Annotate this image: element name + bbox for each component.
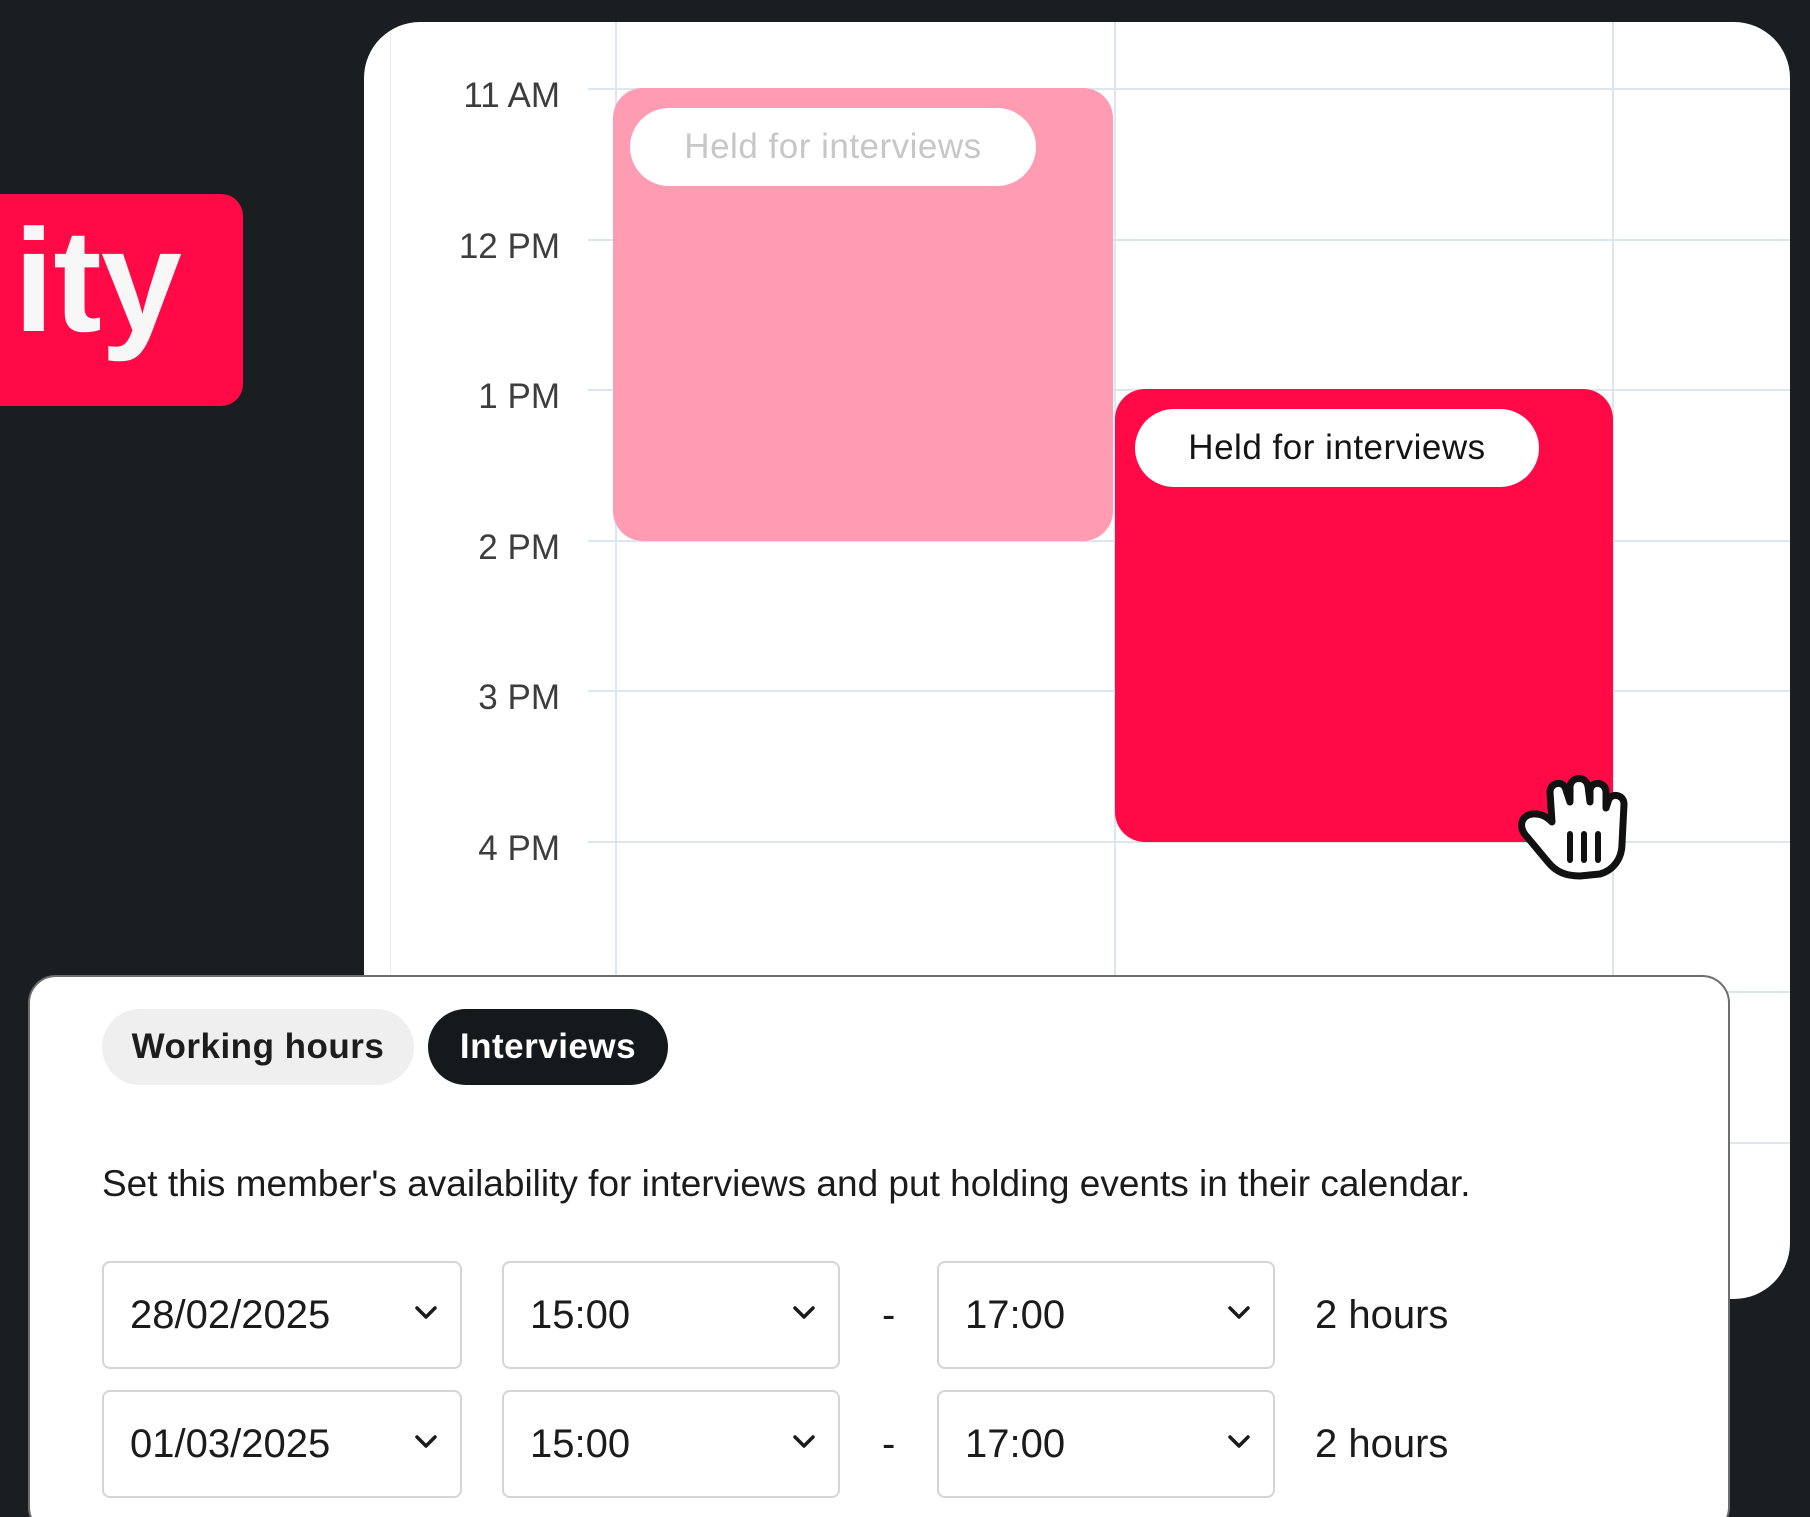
start-time-select-row1[interactable]: 15:00	[502, 1261, 840, 1369]
end-time-select-row1[interactable]: 17:00	[937, 1261, 1275, 1369]
chevron-down-icon	[415, 1435, 437, 1448]
time-range-separator: -	[882, 1293, 896, 1337]
availability-panel: Working hours Interviews Set this member…	[28, 975, 1730, 1517]
date-value: 28/02/2025	[130, 1292, 331, 1337]
start-time-value: 15:00	[530, 1421, 631, 1466]
calendar-event-ghost: Held for interviews	[613, 88, 1113, 541]
hour-label-11am: 11 AM	[463, 76, 560, 115]
start-time-value: 15:00	[530, 1292, 631, 1337]
chevron-down-icon	[1228, 1306, 1250, 1319]
duration-label-row2: 2 hours	[1315, 1422, 1449, 1466]
duration-label-row1: 2 hours	[1315, 1293, 1449, 1337]
panel-description: Set this member's availability for inter…	[102, 1163, 1471, 1204]
end-time-select-row2[interactable]: 17:00	[937, 1390, 1275, 1498]
start-time-select-row2[interactable]: 15:00	[502, 1390, 840, 1498]
grab-hand-cursor-icon	[1518, 775, 1628, 880]
event-title-pill: Held for interviews	[630, 108, 1036, 186]
hero-heading-text: ity	[13, 199, 182, 362]
date-value: 01/03/2025	[130, 1421, 331, 1466]
tab-interviews[interactable]: Interviews	[428, 1009, 668, 1085]
chevron-down-icon	[793, 1306, 815, 1319]
hour-label-2pm: 2 PM	[478, 528, 560, 567]
date-select-row1[interactable]: 28/02/2025	[102, 1261, 462, 1369]
chevron-down-icon	[415, 1306, 437, 1319]
hour-label-12pm: 12 PM	[458, 227, 560, 266]
chevron-down-icon	[793, 1435, 815, 1448]
tab-working-hours[interactable]: Working hours	[102, 1009, 414, 1085]
hour-label-1pm: 1 PM	[478, 377, 560, 416]
hour-label-4pm: 4 PM	[478, 829, 560, 868]
date-select-row2[interactable]: 01/03/2025	[102, 1390, 462, 1498]
end-time-value: 17:00	[965, 1421, 1066, 1466]
hour-label-3pm: 3 PM	[478, 678, 560, 717]
time-range-separator: -	[882, 1422, 896, 1466]
stage: ity s 11 AM 12 PM 1 PM 2 PM 3 PM 4 PM He…	[0, 0, 1810, 1517]
chevron-down-icon	[1228, 1435, 1250, 1448]
hero-heading-badge: ity	[0, 194, 243, 406]
event-title-pill: Held for interviews	[1135, 409, 1539, 487]
end-time-value: 17:00	[965, 1292, 1066, 1337]
